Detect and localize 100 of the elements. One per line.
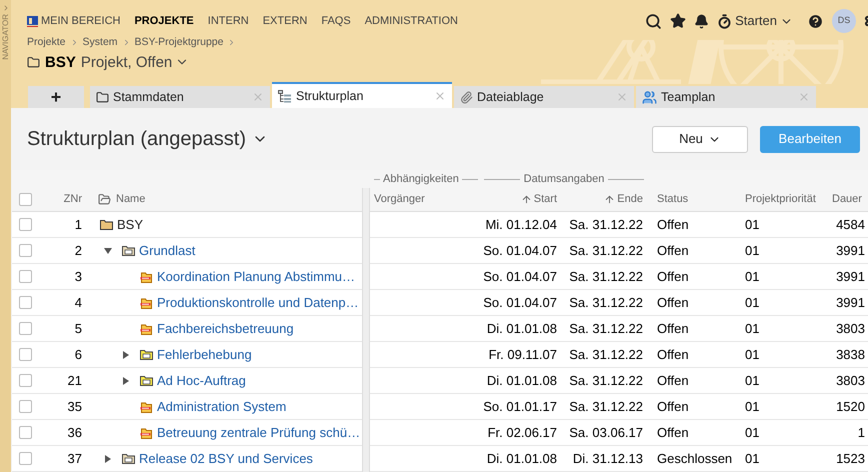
row-checkbox[interactable]: [19, 218, 32, 231]
star-icon[interactable]: [670, 13, 686, 29]
table-cell: 1523: [826, 446, 868, 472]
table-cell: Di. 31.12.13: [563, 446, 650, 472]
table-cell: 01: [738, 316, 826, 342]
table-cell: 01: [738, 342, 826, 368]
table-cell: 3803: [826, 316, 868, 342]
table-cell: Sa. 31.12.22: [563, 394, 650, 420]
table-cell: Offen: [650, 420, 738, 446]
table-cell: Di. 01.01.08: [478, 446, 563, 472]
new-dropdown-button[interactable]: Neu: [652, 126, 748, 152]
table-cell: 01: [738, 420, 826, 446]
close-icon[interactable]: [616, 91, 628, 103]
view-title-dropdown[interactable]: Strukturplan (angepasst): [27, 124, 268, 154]
row-checkbox[interactable]: [19, 270, 32, 283]
breadcrumb-link[interactable]: BSY-Projektgruppe: [134, 37, 224, 48]
table-cell: 1: [826, 420, 868, 446]
table-cell: Geschlossen: [650, 446, 738, 472]
item-name-link[interactable]: BSY: [117, 214, 144, 234]
row-number: 2: [42, 238, 90, 264]
close-icon[interactable]: [798, 91, 810, 103]
table-cell: So. 01.04.07: [478, 264, 563, 290]
folder-icon: [100, 219, 113, 230]
row-checkbox[interactable]: [19, 452, 32, 465]
search-icon[interactable]: [645, 12, 662, 30]
folder-icon: [140, 349, 153, 360]
expanded-triangle-icon[interactable]: [104, 246, 112, 254]
folder-icon: [122, 245, 135, 256]
row-number: 6: [42, 342, 90, 368]
table-cell: Offen: [650, 238, 738, 264]
column-splitter[interactable]: [362, 446, 370, 472]
table-cell: 3838: [826, 342, 868, 368]
row-number: 36: [42, 420, 90, 446]
row-checkbox[interactable]: [19, 374, 32, 387]
timer-button[interactable]: Starten: [717, 11, 793, 31]
table-cell: Fr. 02.06.17: [478, 420, 563, 446]
select-all-checkbox[interactable]: [19, 193, 32, 206]
table-cell: 01: [738, 238, 826, 264]
nav-link[interactable]: EXTERN: [262, 16, 308, 26]
breadcrumb-link[interactable]: Projekte: [27, 37, 66, 48]
table-cell: Sa. 31.12.22: [563, 290, 650, 316]
table-cell: 3991: [826, 290, 868, 316]
row-number: 5: [42, 316, 90, 342]
table-cell: Offen: [650, 394, 738, 420]
row-number: 4: [42, 290, 90, 316]
nav-link[interactable]: FAQS: [321, 16, 351, 26]
table-cell: 01: [738, 264, 826, 290]
bell-icon[interactable]: [694, 14, 710, 28]
stopwatch-icon: [717, 14, 732, 28]
paperclip-icon: [460, 90, 473, 104]
close-icon[interactable]: [252, 91, 264, 103]
table-cell: 3803: [826, 368, 868, 394]
close-icon[interactable]: [434, 90, 446, 102]
group-header: Abhängigkeiten: [383, 172, 459, 187]
user-avatar[interactable]: DS: [832, 9, 856, 33]
sort-arrow-icon: [604, 194, 616, 205]
tab[interactable]: Strukturplan: [272, 82, 452, 108]
table-cell: 01: [738, 368, 826, 394]
tab-label: Teamplan: [661, 88, 716, 106]
task-icon: [140, 296, 153, 308]
structure-icon: [278, 90, 292, 102]
row-checkbox[interactable]: [19, 322, 32, 335]
row-number: 21: [42, 368, 90, 394]
nav-link[interactable]: INTERN: [208, 16, 249, 26]
item-name-link[interactable]: Grundlast: [139, 240, 196, 260]
table-cell: 3991: [826, 264, 868, 290]
row-checkbox[interactable]: [19, 244, 32, 257]
project-status-dropdown[interactable]: Projekt, Offen: [80, 54, 190, 70]
table-cell: Sa. 31.12.22: [563, 238, 650, 264]
collapsed-triangle-icon[interactable]: [122, 376, 130, 384]
nav-link[interactable]: ADMINISTRATION: [364, 16, 458, 26]
table-cell: Mi. 01.12.04: [478, 212, 563, 238]
row-checkbox[interactable]: [19, 296, 32, 309]
tab-label: Dateiablage: [477, 88, 544, 106]
row-number: 35: [42, 394, 90, 420]
help-icon[interactable]: [807, 12, 824, 30]
collapsed-triangle-icon[interactable]: [104, 454, 112, 462]
tab[interactable]: Stammdaten: [90, 86, 270, 108]
column-splitter[interactable]: [362, 188, 370, 212]
table-cell: Sa. 03.06.17: [563, 420, 650, 446]
table-cell: Sa. 31.12.22: [563, 212, 650, 238]
breadcrumb-link[interactable]: System: [82, 37, 118, 48]
folder-icon: [122, 453, 135, 464]
table-cell: Di. 01.01.08: [478, 316, 563, 342]
row-checkbox[interactable]: [19, 400, 32, 413]
row-number: 3: [42, 264, 90, 290]
folder-icon: [140, 375, 153, 386]
add-tab-button[interactable]: +: [28, 86, 84, 108]
tab[interactable]: Teamplan: [636, 86, 816, 108]
tab-label: Stammdaten: [113, 88, 184, 106]
collapsed-triangle-icon[interactable]: [122, 350, 130, 358]
row-number: 37: [42, 446, 90, 472]
nav-link[interactable]: PROJEKTE: [134, 16, 194, 26]
group-header: Datumsangaben: [524, 172, 604, 187]
tab[interactable]: Dateiablage: [454, 86, 634, 108]
row-checkbox[interactable]: [19, 348, 32, 361]
row-checkbox[interactable]: [19, 426, 32, 439]
table-cell: Offen: [650, 264, 738, 290]
table-cell: Sa. 31.12.22: [563, 264, 650, 290]
nav-link[interactable]: MEIN BEREICH: [27, 16, 120, 26]
